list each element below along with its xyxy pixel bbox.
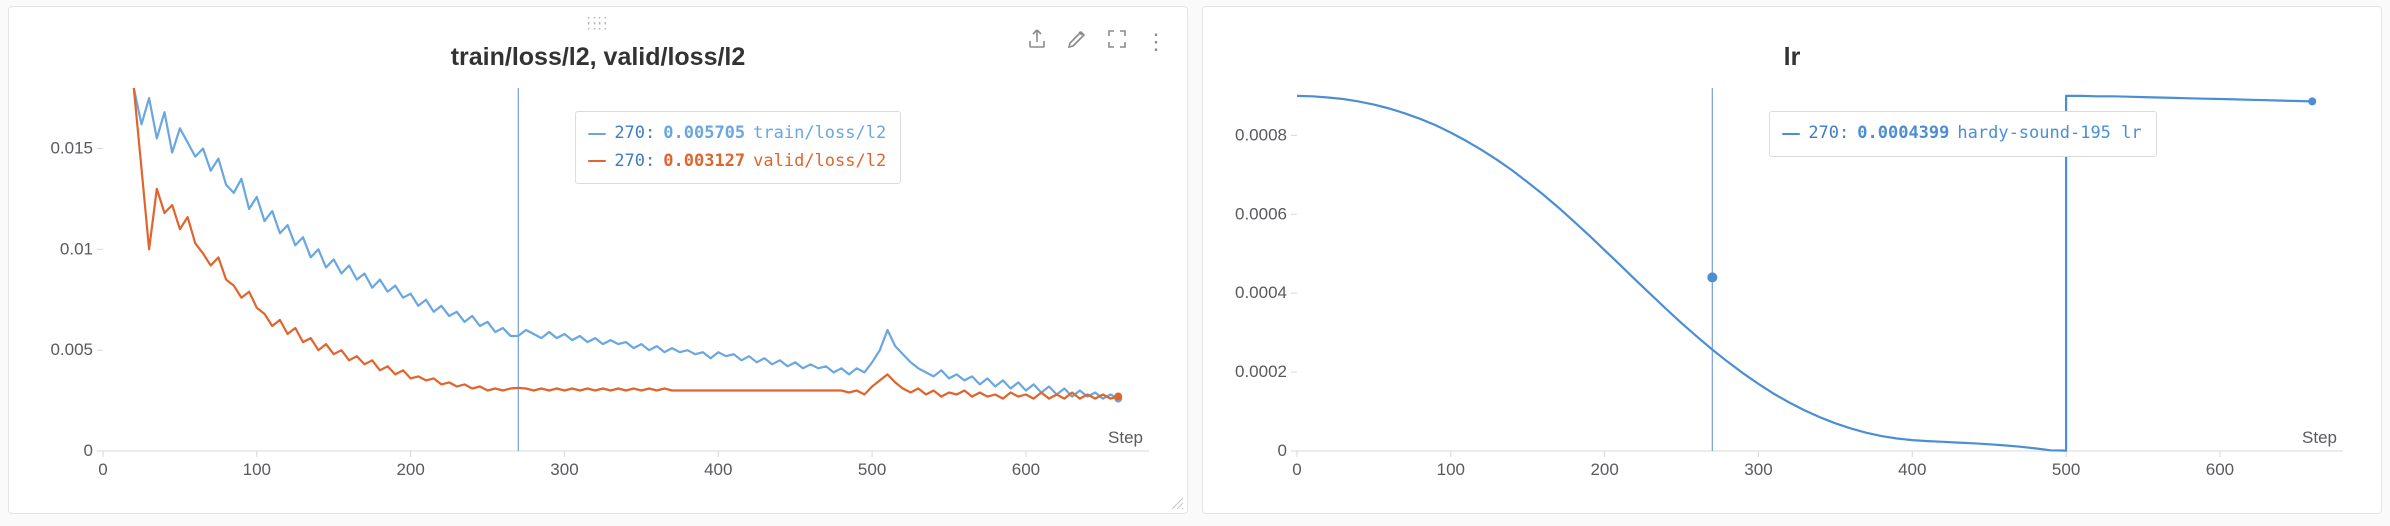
svg-text:300: 300	[1744, 460, 1772, 479]
svg-text:0: 0	[1292, 460, 1301, 479]
svg-text:100: 100	[1437, 460, 1465, 479]
plot-area-loss[interactable]: 0 0.005 0.01 0.015 0 100 200 300 400 500 600 Step 2…	[31, 78, 1165, 495]
legend-row: 270: 0.0004399 hardy-sound-195 lr	[1782, 120, 2141, 147]
kebab-icon[interactable]: ⋮	[1145, 31, 1167, 53]
legend-swatch-icon	[1782, 133, 1800, 136]
legend-row: 270: 0.005705 train/loss/l2	[588, 120, 886, 147]
panel-toolbar: ⋮	[1025, 27, 1167, 56]
legend-step: 270:	[1808, 120, 1849, 147]
svg-text:Step: Step	[2302, 428, 2337, 447]
svg-text:400: 400	[704, 460, 732, 479]
legend-swatch-icon	[588, 160, 606, 163]
chart-panel-loss: ∷∷∷∷ ⋮ train/loss/l2, valid/loss/l2 0 0.0…	[8, 6, 1188, 514]
resize-grip-icon[interactable]	[1170, 496, 1184, 510]
plot-area-lr[interactable]: 0 0.0002 0.0004 0.0006 0.0008 0 100 200 300 400 50…	[1225, 78, 2359, 495]
svg-text:500: 500	[2052, 460, 2080, 479]
legend-value: 0.0004399	[1857, 120, 1949, 147]
chart-title: lr	[1203, 43, 2381, 72]
svg-text:300: 300	[550, 460, 578, 479]
svg-text:0.005: 0.005	[50, 340, 93, 359]
legend-value: 0.003127	[663, 148, 745, 175]
svg-text:Step: Step	[1108, 428, 1143, 447]
legend-row: 270: 0.003127 valid/loss/l2	[588, 148, 886, 175]
svg-text:0: 0	[1278, 441, 1287, 460]
panel-row: ∷∷∷∷ ⋮ train/loss/l2, valid/loss/l2 0 0.0…	[0, 0, 2390, 522]
legend-step: 270:	[614, 120, 655, 147]
svg-text:0: 0	[98, 460, 107, 479]
legend-value: 0.005705	[663, 120, 745, 147]
svg-text:0.0002: 0.0002	[1235, 362, 1287, 381]
legend-series-name: hardy-sound-195 lr	[1957, 120, 2141, 147]
chart-title: train/loss/l2, valid/loss/l2	[9, 43, 1187, 72]
svg-text:200: 200	[1590, 460, 1618, 479]
svg-text:0.0008: 0.0008	[1235, 125, 1287, 144]
svg-text:0.01: 0.01	[60, 239, 93, 258]
svg-text:400: 400	[1898, 460, 1926, 479]
legend-series-name: valid/loss/l2	[753, 148, 886, 175]
drag-handle-icon[interactable]: ∷∷∷∷	[587, 17, 609, 29]
legend-box-lr: 270: 0.0004399 hardy-sound-195 lr	[1769, 111, 2156, 156]
chart-panel-lr: lr 0 0.0002 0.0004 0.0006 0.0008 0 100 200 300 40…	[1202, 6, 2382, 514]
svg-text:0.0006: 0.0006	[1235, 204, 1287, 223]
svg-text:600: 600	[1012, 460, 1040, 479]
fullscreen-icon[interactable]	[1105, 27, 1129, 56]
svg-text:200: 200	[396, 460, 424, 479]
pencil-icon[interactable]	[1065, 27, 1089, 56]
svg-text:100: 100	[243, 460, 271, 479]
svg-text:500: 500	[858, 460, 886, 479]
legend-step: 270:	[614, 148, 655, 175]
legend-box-loss: 270: 0.005705 train/loss/l2 270: 0.003127 val…	[575, 111, 901, 183]
legend-series-name: train/loss/l2	[753, 120, 886, 147]
legend-swatch-icon	[588, 133, 606, 136]
svg-text:0.015: 0.015	[50, 139, 93, 158]
svg-text:600: 600	[2206, 460, 2234, 479]
svg-text:0.0004: 0.0004	[1235, 283, 1287, 302]
share-icon[interactable]	[1025, 27, 1049, 56]
svg-text:0: 0	[84, 441, 93, 460]
